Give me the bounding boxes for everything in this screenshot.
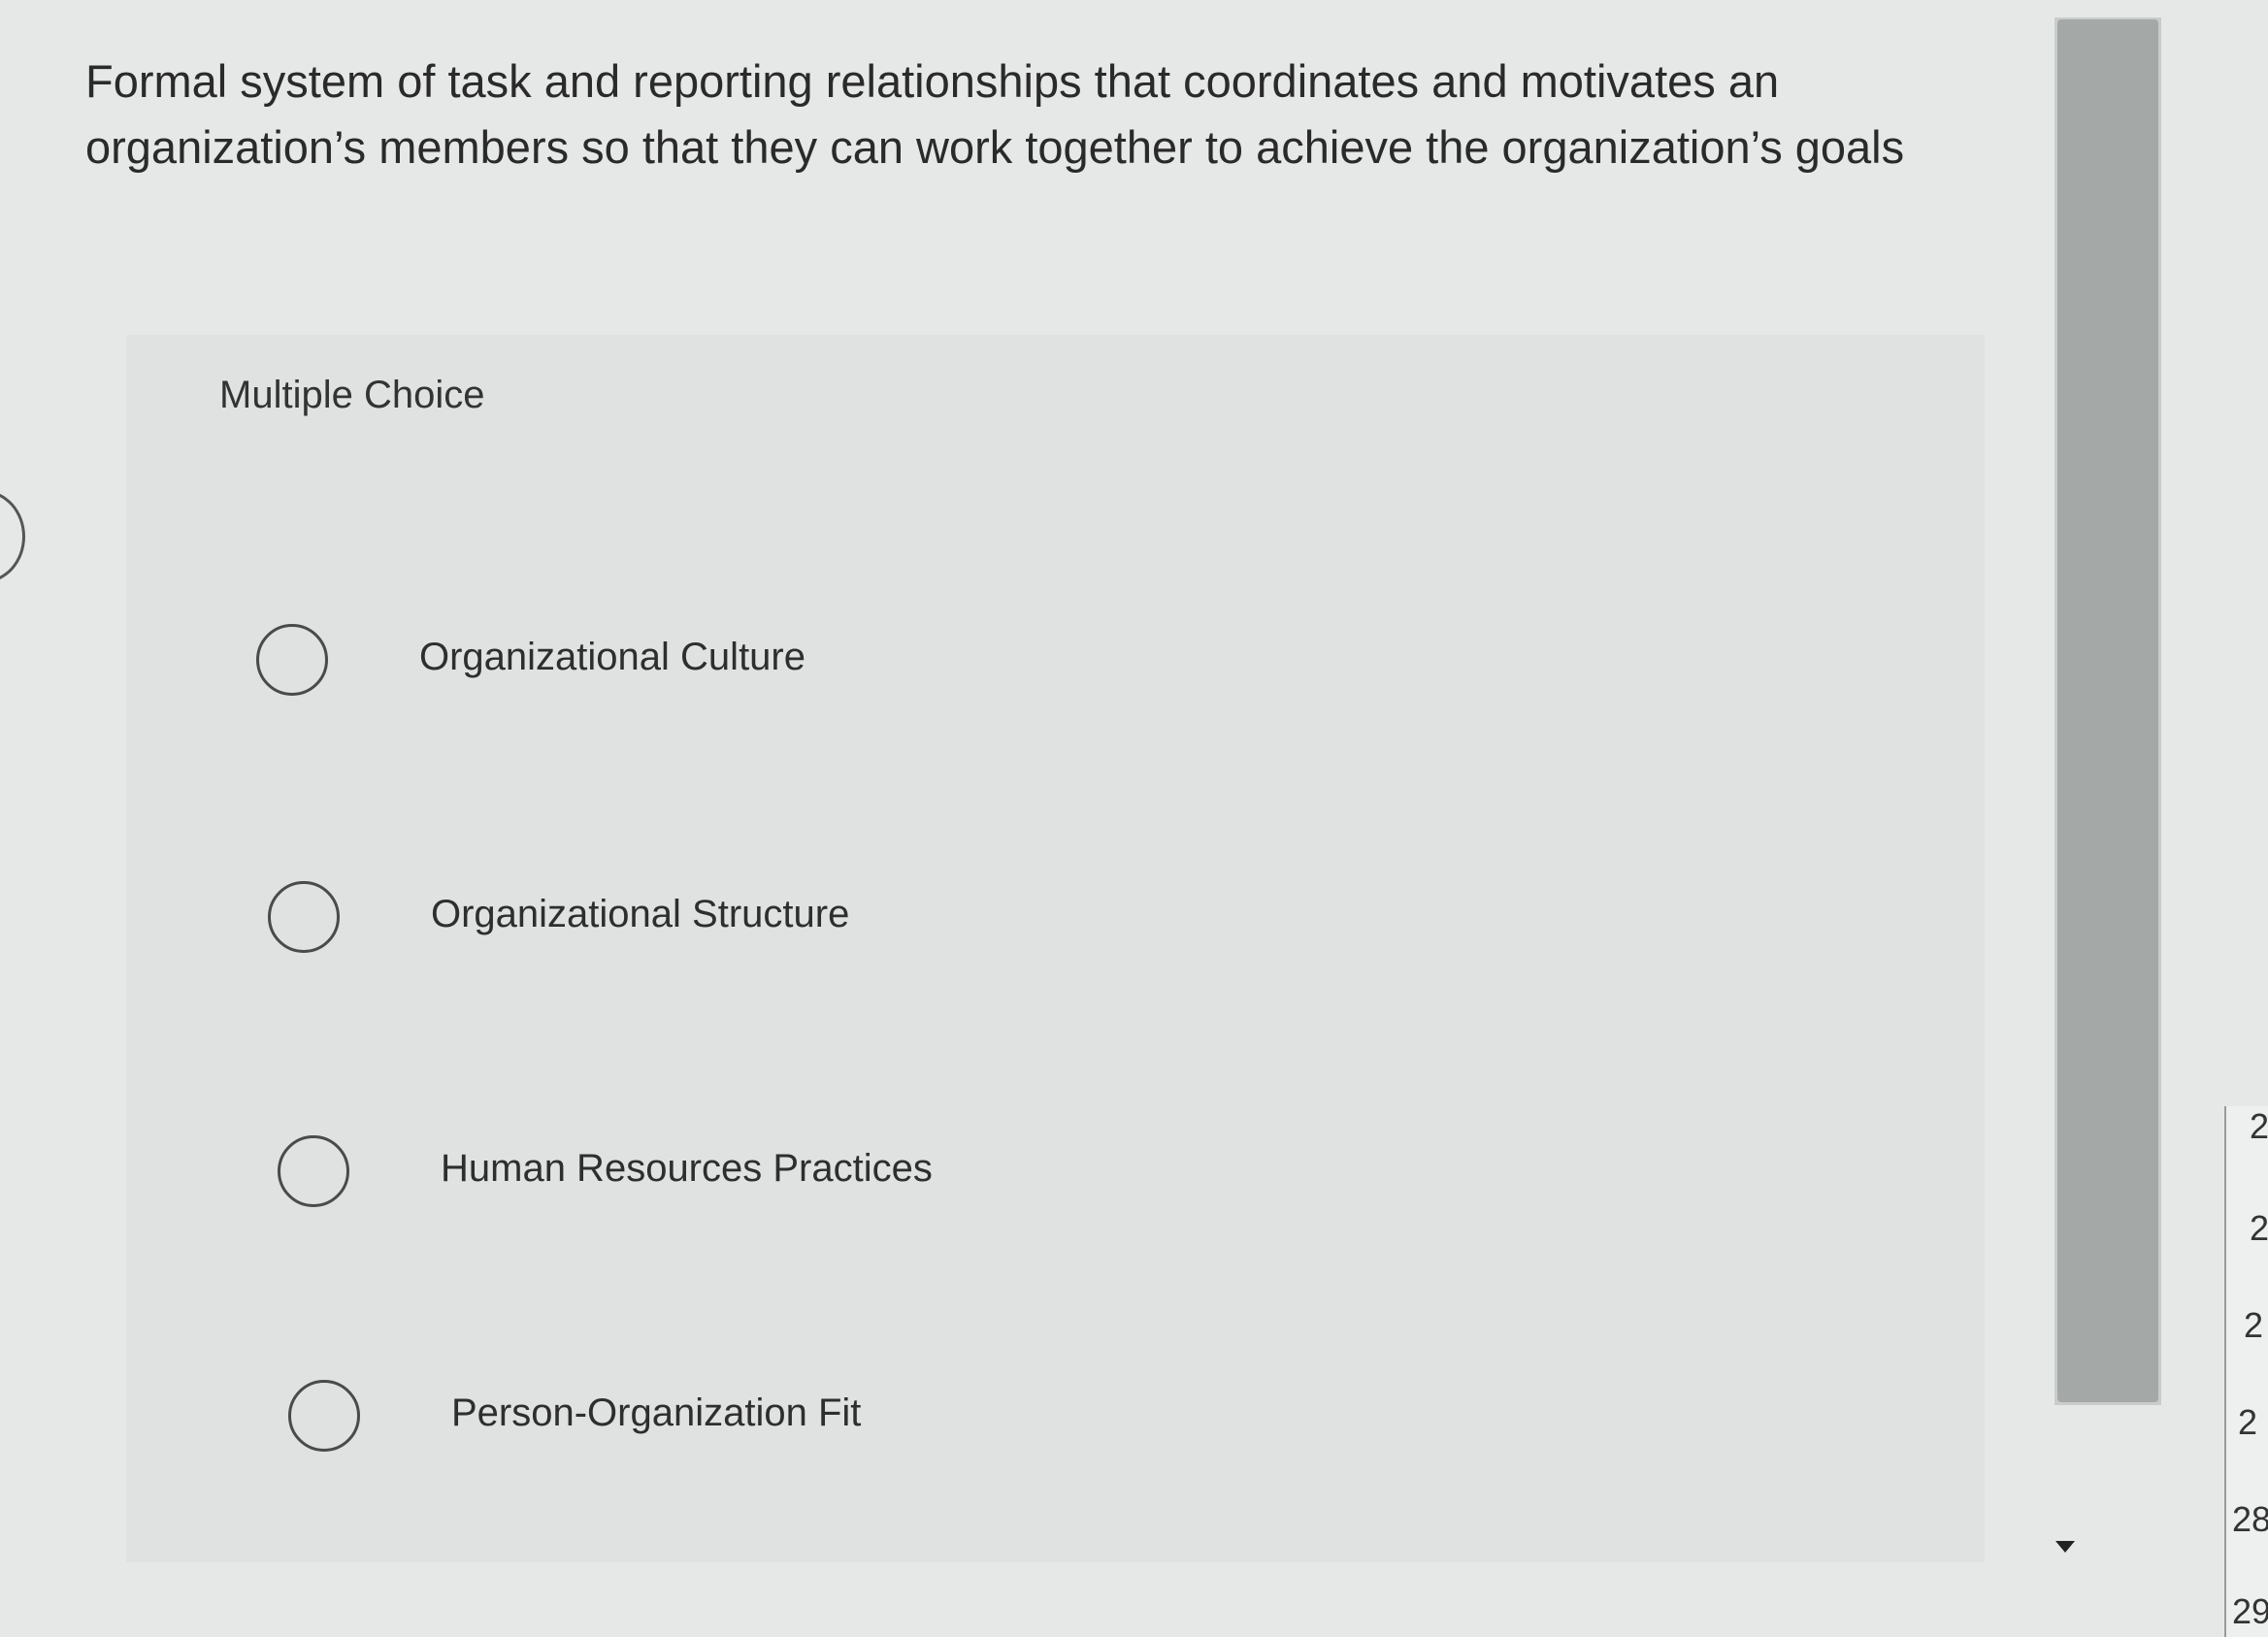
question-number[interactable]: 2 [2244,1305,2263,1346]
question-number[interactable]: 2 [2238,1402,2257,1443]
option-organizational-structure[interactable]: Organizational Structure [268,881,1335,968]
option-organizational-culture[interactable]: Organizational Culture [256,624,1324,711]
radio-circle-icon[interactable] [256,624,328,696]
previous-nav-tab[interactable] [0,490,25,583]
caret-down-icon[interactable] [2055,1541,2075,1553]
question-navigator [2224,1106,2268,1637]
radio-circle-icon[interactable] [268,881,340,953]
question-number[interactable]: 29 [2232,1591,2268,1632]
option-label: Person-Organization Fit [451,1391,862,1434]
scrollbar-thumb[interactable] [2057,19,2158,1402]
option-label: Human Resources Practices [441,1147,933,1190]
question-number[interactable]: 2 [2250,1208,2268,1249]
radio-circle-icon[interactable] [278,1135,349,1207]
question-type-label: Multiple Choice [219,374,485,416]
question-number[interactable]: 2 [2250,1106,2268,1147]
option-person-organization-fit[interactable]: Person-Organization Fit [288,1380,1356,1467]
question-prompt: Formal system of task and reporting rela… [85,55,1905,173]
question-number[interactable]: 28 [2232,1499,2268,1540]
option-label: Organizational Structure [431,893,850,935]
option-human-resources-practices[interactable]: Human Resources Practices [278,1135,1345,1223]
option-label: Organizational Culture [419,636,805,678]
radio-circle-icon[interactable] [288,1380,360,1452]
